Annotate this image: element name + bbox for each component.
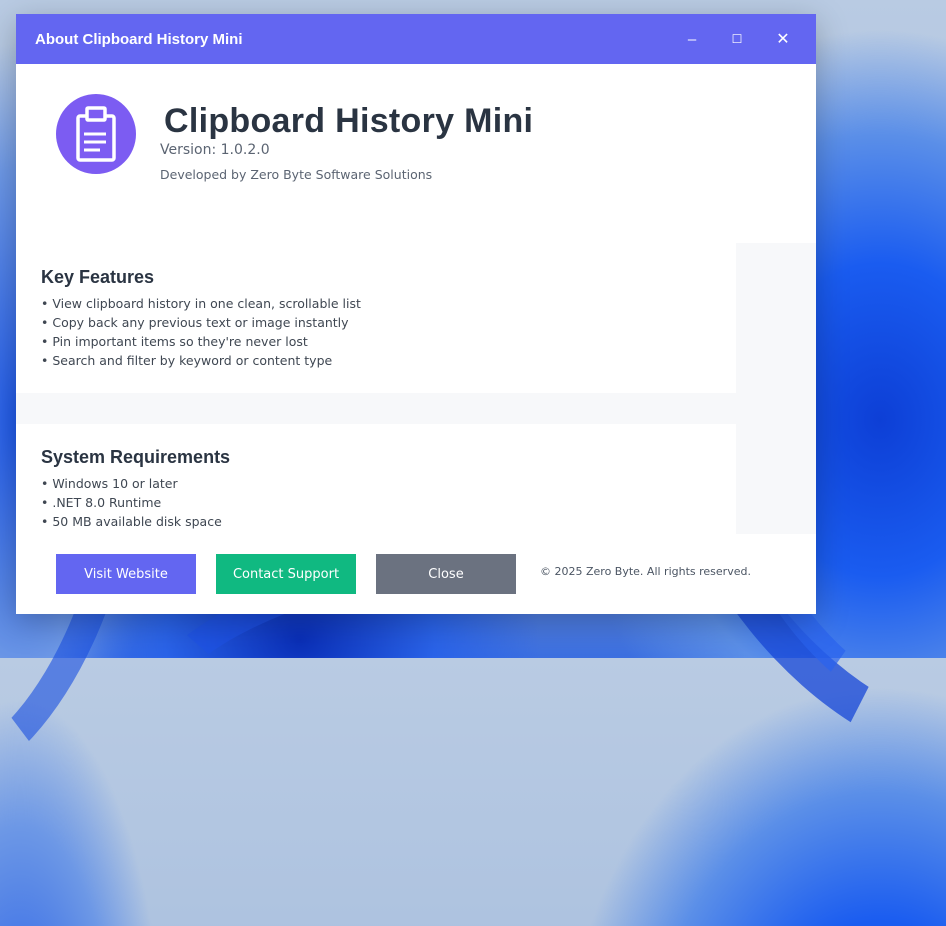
side-panel-strip <box>736 243 816 534</box>
title-bar[interactable]: About Clipboard History Mini – ☐ ✕ <box>16 14 816 64</box>
section-divider <box>16 393 736 424</box>
visit-website-button[interactable]: Visit Website <box>56 554 196 594</box>
window-title: About Clipboard History Mini <box>35 30 243 48</box>
requirements-title: System Requirements <box>41 447 231 467</box>
feature-item: • Search and filter by keyword or conten… <box>41 353 333 368</box>
app-logo <box>56 94 136 174</box>
requirement-item: • 50 MB available disk space <box>41 514 222 529</box>
close-window-button[interactable]: ✕ <box>760 14 806 64</box>
app-name: Clipboard History Mini <box>164 102 534 140</box>
feature-item: • View clipboard history in one clean, s… <box>41 296 361 311</box>
contact-support-button[interactable]: Contact Support <box>216 554 356 594</box>
close-button[interactable]: Close <box>376 554 516 594</box>
about-dialog: About Clipboard History Mini – ☐ ✕ Clipb… <box>16 14 816 614</box>
feature-item: • Copy back any previous text or image i… <box>41 315 349 330</box>
app-version: Version: 1.0.2.0 <box>160 142 270 158</box>
copyright-text: © 2025 Zero Byte. All rights reserved. <box>540 565 751 578</box>
maximize-button[interactable]: ☐ <box>714 14 760 64</box>
minimize-button[interactable]: – <box>669 14 715 64</box>
app-developer: Developed by Zero Byte Software Solution… <box>160 167 433 182</box>
feature-item: • Pin important items so they're never l… <box>41 334 308 349</box>
requirement-item: • Windows 10 or later <box>41 476 178 491</box>
clipboard-icon <box>76 106 116 162</box>
features-title: Key Features <box>41 267 155 287</box>
requirement-item: • .NET 8.0 Runtime <box>41 495 162 510</box>
